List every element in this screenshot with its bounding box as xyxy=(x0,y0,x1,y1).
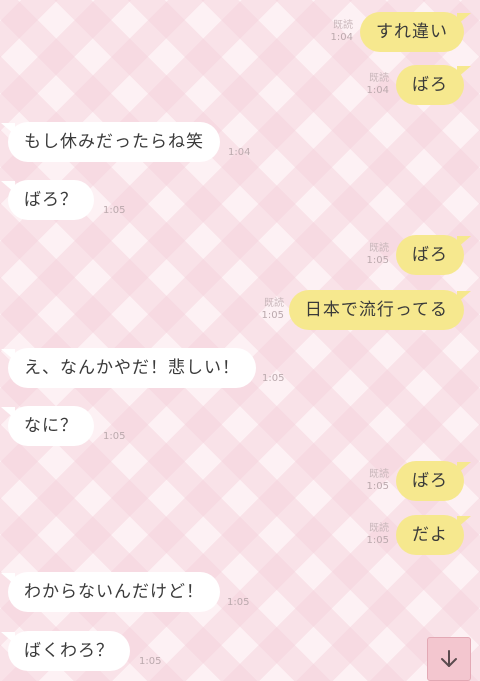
message-bubble-outgoing[interactable]: ばろ xyxy=(396,235,471,275)
message-bubble-outgoing[interactable]: すれ違い xyxy=(360,12,471,52)
read-receipt: 既読 xyxy=(369,523,389,534)
scroll-to-bottom-button[interactable] xyxy=(427,637,471,681)
timestamp: 1:04 xyxy=(330,32,353,43)
message-bubble-outgoing[interactable]: だよ xyxy=(396,515,471,555)
message-row-incoming: わからないんだけど！ 1:05 xyxy=(0,572,480,616)
timestamp: 1:05 xyxy=(366,535,389,546)
message-meta: 既読 1:05 xyxy=(367,243,389,267)
read-receipt: 既読 xyxy=(369,469,389,480)
read-receipt: 既読 xyxy=(369,73,389,84)
message-meta: 既読 1:05 xyxy=(367,469,389,493)
message-bubble-outgoing[interactable]: ばろ xyxy=(396,65,471,105)
message-row-incoming: もし休みだったらね笑 1:04 xyxy=(0,122,480,166)
message-bubble-incoming[interactable]: え、なんかやだ！悲しい！ xyxy=(1,348,256,388)
message-meta: 既読 1:04 xyxy=(367,73,389,97)
message-row-outgoing: 既読 1:04 すれ違い xyxy=(0,12,480,56)
timestamp: 1:05 xyxy=(103,431,126,442)
timestamp: 1:05 xyxy=(366,481,389,492)
message-bubble-outgoing[interactable]: ばろ xyxy=(396,461,471,501)
message-bubble-incoming[interactable]: もし休みだったらね笑 xyxy=(1,122,220,162)
read-receipt: 既読 xyxy=(369,243,389,254)
message-bubble-outgoing[interactable]: 日本で流行ってる xyxy=(288,290,472,330)
message-row-outgoing: 既読 1:05 日本で流行ってる xyxy=(0,290,480,334)
timestamp: 1:05 xyxy=(261,310,284,321)
message-row-outgoing: 既読 1:05 だよ xyxy=(0,515,480,559)
timestamp: 1:05 xyxy=(139,656,162,667)
timestamp: 1:04 xyxy=(366,85,389,96)
message-bubble-incoming[interactable]: ばろ？ xyxy=(1,180,94,220)
message-meta: 既読 1:05 xyxy=(367,523,389,547)
message-row-outgoing: 既読 1:05 ばろ xyxy=(0,461,480,505)
timestamp: 1:04 xyxy=(228,147,251,158)
message-row-outgoing: 既読 1:05 ばろ xyxy=(0,235,480,279)
message-bubble-incoming[interactable]: ばくわろ？ xyxy=(1,631,130,671)
message-row-incoming: ばろ？ 1:05 xyxy=(0,180,480,224)
timestamp: 1:05 xyxy=(262,373,285,384)
timestamp: 1:05 xyxy=(227,597,250,608)
message-row-incoming: ばくわろ？ 1:05 xyxy=(0,631,480,675)
read-receipt: 既読 xyxy=(264,298,284,309)
timestamp: 1:05 xyxy=(366,255,389,266)
timestamp: 1:05 xyxy=(103,205,126,216)
message-row-incoming: なに？ 1:05 xyxy=(0,406,480,450)
message-bubble-incoming[interactable]: なに？ xyxy=(1,406,94,446)
message-bubble-incoming[interactable]: わからないんだけど！ xyxy=(1,572,220,612)
chat-thread: 既読 1:04 すれ違い 既読 1:04 ばろ もし休みだったらね笑 1:04 … xyxy=(0,0,480,681)
arrow-down-icon xyxy=(441,650,457,667)
message-row-outgoing: 既読 1:04 ばろ xyxy=(0,65,480,109)
read-receipt: 既読 xyxy=(333,20,353,31)
message-row-incoming: え、なんかやだ！悲しい！ 1:05 xyxy=(0,348,480,392)
message-meta: 既読 1:04 xyxy=(331,20,353,44)
message-meta: 既読 1:05 xyxy=(262,298,284,322)
